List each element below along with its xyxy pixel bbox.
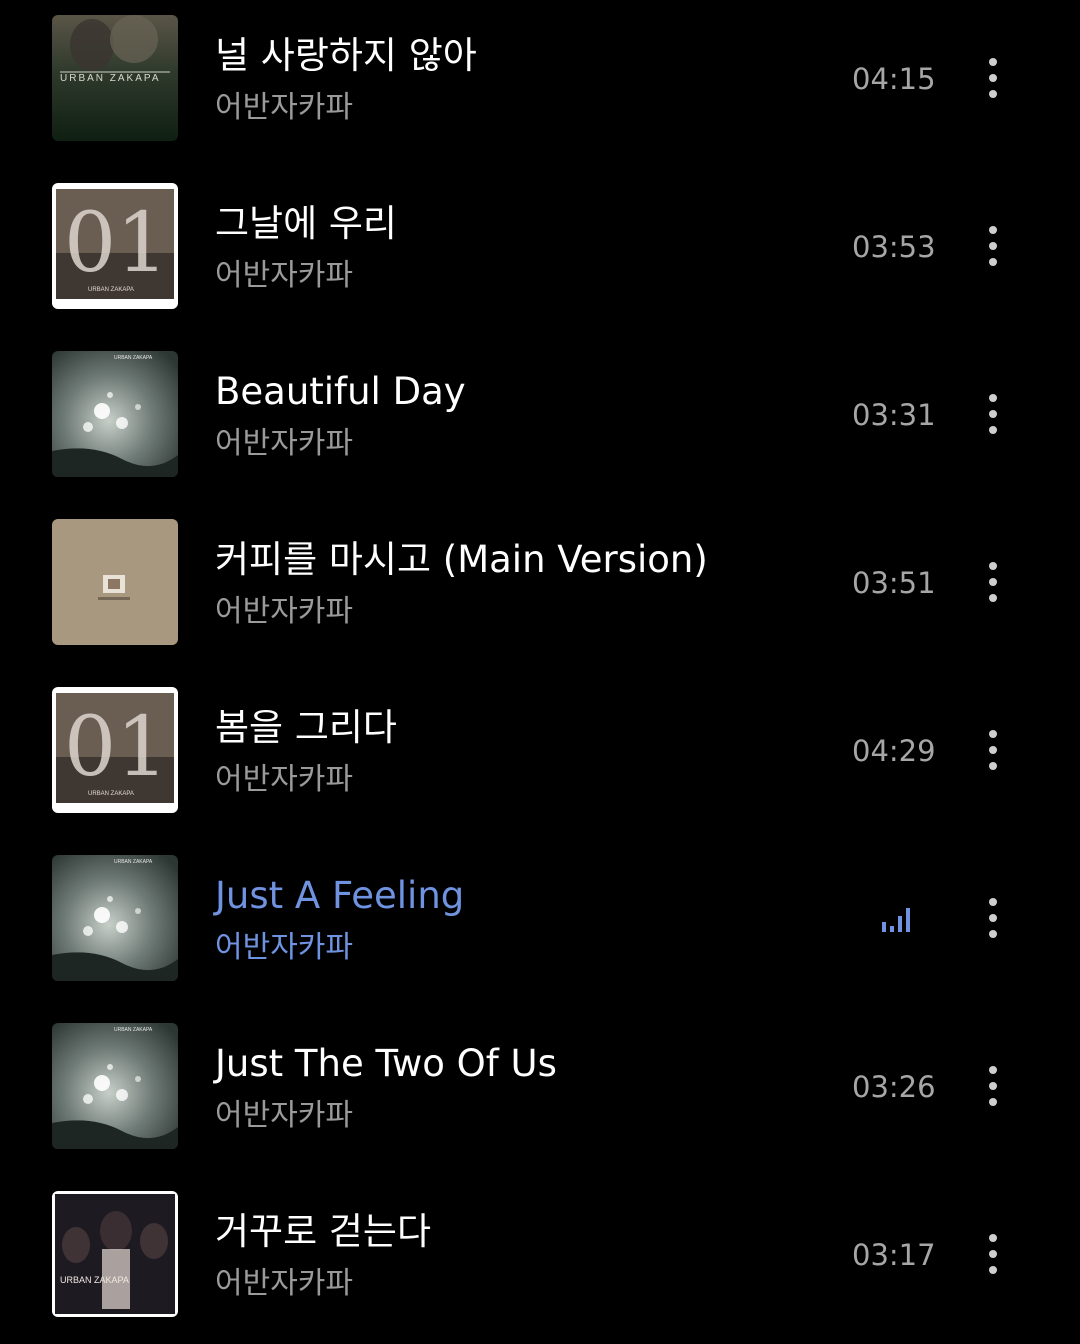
track-artist: 어반자카파: [215, 930, 353, 965]
track-list: URBAN ZAKAPA 널 사랑하지 않아 어반자카파 04:15 01 UR…: [0, 0, 1080, 1329]
equalizer-icon: [880, 904, 914, 934]
svg-text:URBAN ZAKAPA: URBAN ZAKAPA: [88, 287, 134, 293]
track-title: 커피를 마시고 (Main Version): [215, 538, 708, 581]
track-row[interactable]: 01 URBAN ZAKAPA 봄을 그리다 어반자카파 04:29: [0, 672, 1080, 840]
more-vertical-icon[interactable]: [973, 208, 1013, 284]
track-title: 봄을 그리다: [215, 706, 397, 749]
svg-text:URBAN ZAKAPA: URBAN ZAKAPA: [88, 791, 134, 797]
more-vertical-icon[interactable]: [973, 880, 1013, 956]
track-title: 거꾸로 걷는다: [215, 1210, 432, 1253]
track-duration: 03:31: [852, 398, 936, 432]
more-vertical-icon[interactable]: [973, 1216, 1013, 1292]
track-artist: 어반자카파: [215, 258, 353, 293]
track-duration: 03:17: [852, 1238, 936, 1272]
more-vertical-icon[interactable]: [973, 376, 1013, 452]
track-row[interactable]: 커피를 마시고 (Main Version) 어반자카파 03:51: [0, 504, 1080, 672]
svg-text:URBAN ZAKAPA: URBAN ZAKAPA: [60, 73, 161, 84]
album-art: URBAN ZAKAPA: [52, 351, 178, 477]
svg-text:URBAN ZAKAPA: URBAN ZAKAPA: [114, 859, 153, 865]
track-row-now-playing[interactable]: URBAN ZAKAPA Just A Feeling 어반자카파: [0, 840, 1080, 1008]
svg-text:01: 01: [64, 196, 168, 291]
track-duration: 03:51: [852, 566, 936, 600]
album-art: URBAN ZAKAPA: [52, 15, 178, 141]
album-art: URBAN ZAKAPA: [52, 855, 178, 981]
track-duration: 04:15: [852, 62, 936, 96]
album-art: [52, 519, 178, 645]
album-art: URBAN ZAKAPA: [52, 1191, 178, 1317]
track-title: Just A Feeling: [215, 874, 465, 917]
more-vertical-icon[interactable]: [973, 712, 1013, 788]
track-duration: 04:29: [852, 734, 936, 768]
track-artist: 어반자카파: [215, 90, 353, 125]
more-vertical-icon[interactable]: [973, 40, 1013, 116]
track-title: Beautiful Day: [215, 370, 466, 413]
more-vertical-icon[interactable]: [973, 544, 1013, 620]
track-duration: 03:26: [852, 1070, 936, 1104]
album-art: URBAN ZAKAPA: [52, 1023, 178, 1149]
svg-text:URBAN ZAKAPA: URBAN ZAKAPA: [60, 1275, 129, 1285]
track-title: 널 사랑하지 않아: [215, 34, 477, 77]
more-vertical-icon[interactable]: [973, 1048, 1013, 1124]
track-row[interactable]: URBAN ZAKAPA Just The Two Of Us 어반자카파 03…: [0, 1008, 1080, 1176]
track-artist: 어반자카파: [215, 1098, 353, 1133]
svg-text:URBAN ZAKAPA: URBAN ZAKAPA: [114, 355, 153, 361]
svg-text:URBAN ZAKAPA: URBAN ZAKAPA: [114, 1027, 153, 1033]
track-artist: 어반자카파: [215, 1266, 353, 1301]
track-artist: 어반자카파: [215, 426, 353, 461]
track-row[interactable]: URBAN ZAKAPA Beautiful Day 어반자카파 03:31: [0, 336, 1080, 504]
track-duration: 03:53: [852, 230, 936, 264]
album-art: 01 URBAN ZAKAPA: [52, 183, 178, 309]
track-title: Just The Two Of Us: [215, 1042, 557, 1085]
track-row[interactable]: URBAN ZAKAPA 거꾸로 걷는다 어반자카파 03:17: [0, 1176, 1080, 1344]
track-artist: 어반자카파: [215, 594, 353, 629]
track-row[interactable]: URBAN ZAKAPA 널 사랑하지 않아 어반자카파 04:15: [0, 0, 1080, 168]
track-row[interactable]: 01 URBAN ZAKAPA 그날에 우리 어반자카파 03:53: [0, 168, 1080, 336]
album-art: 01 URBAN ZAKAPA: [52, 687, 178, 813]
track-artist: 어반자카파: [215, 762, 353, 797]
track-title: 그날에 우리: [215, 202, 397, 245]
svg-text:01: 01: [64, 700, 168, 795]
